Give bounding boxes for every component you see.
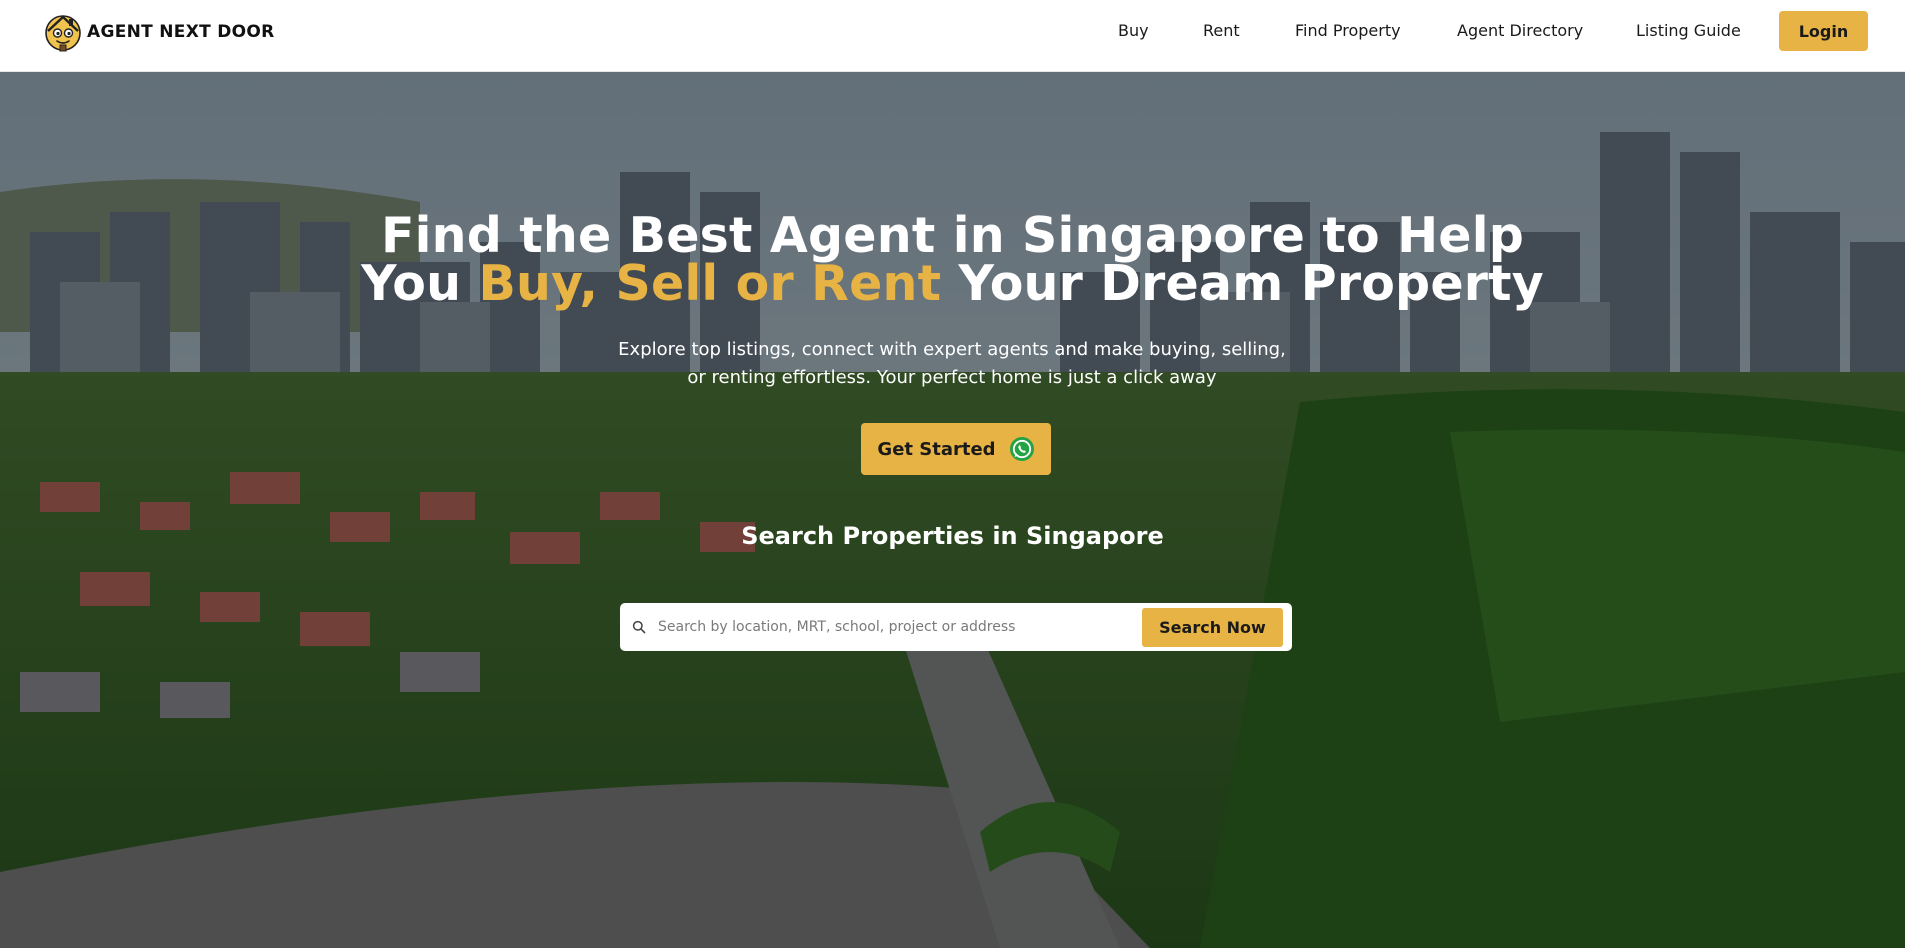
search-now-button[interactable]: Search Now <box>1142 608 1283 647</box>
house-mascot-logo-icon <box>45 15 81 52</box>
nav-agent-directory[interactable]: Agent Directory <box>1457 19 1583 43</box>
get-started-label: Get Started <box>877 438 996 460</box>
headline-line-2-end: Your Dream Property <box>941 255 1544 312</box>
search-icon <box>632 620 646 634</box>
get-started-button[interactable]: Get Started <box>861 423 1051 475</box>
hero-subtitle: Explore top listings, connect with exper… <box>552 336 1352 392</box>
search-section-title: Search Properties in Singapore <box>741 522 1164 550</box>
headline-line-2: You Buy, Sell or Rent Your Dream Propert… <box>0 259 1905 308</box>
headline-accent: Buy, Sell or Rent <box>478 255 942 312</box>
brand-logo-link[interactable]: AGENT NEXT DOOR <box>42 11 275 53</box>
subtitle-line-2: or renting effortless. Your perfect home… <box>687 367 1217 388</box>
nav-listing-guide[interactable]: Listing Guide <box>1636 19 1741 43</box>
headline-line-2-start: You <box>361 255 479 312</box>
nav-find-property[interactable]: Find Property <box>1295 19 1401 43</box>
search-input[interactable] <box>658 611 1128 643</box>
property-search-bar: Search Now <box>620 603 1292 651</box>
whatsapp-icon <box>1009 437 1034 461</box>
hero-headline: Find the Best Agent in Singapore to Help… <box>0 207 1905 308</box>
hero-overlay <box>0 72 1905 948</box>
nav-buy[interactable]: Buy <box>1118 19 1149 43</box>
brand-name: AGENT NEXT DOOR <box>87 22 275 42</box>
login-button[interactable]: Login <box>1779 11 1868 51</box>
site-header: AGENT NEXT DOOR Buy Rent Find Property A… <box>0 0 1905 72</box>
headline-line-1: Find the Best Agent in Singapore to Help <box>380 207 1524 264</box>
hero-section: Find the Best Agent in Singapore to Help… <box>0 72 1905 948</box>
nav-rent[interactable]: Rent <box>1203 19 1240 43</box>
subtitle-line-1: Explore top listings, connect with exper… <box>618 339 1286 360</box>
